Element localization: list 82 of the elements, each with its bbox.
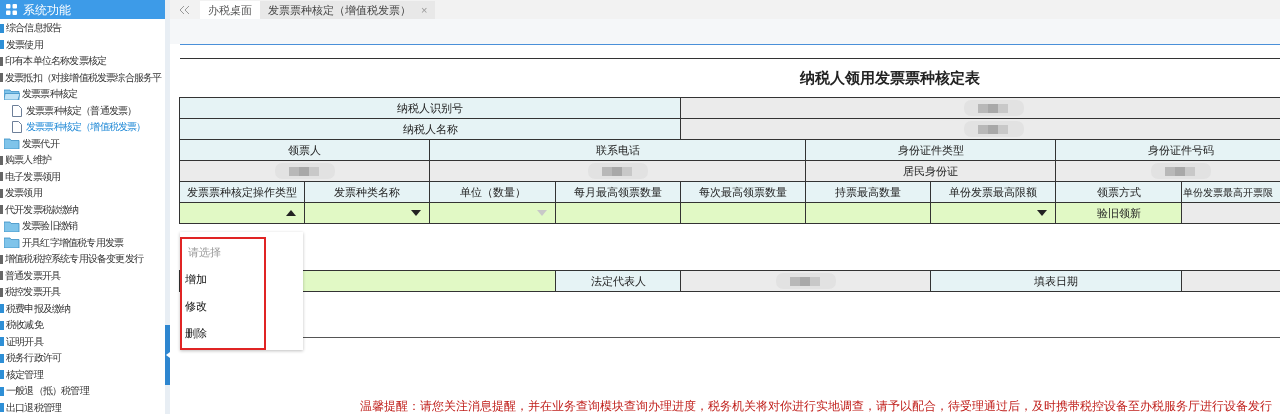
blurred-value [587, 163, 648, 179]
collapse-arrow-icon[interactable] [165, 352, 170, 358]
field-label: 纳税人识别号 [179, 97, 681, 119]
item-marker-icon [0, 287, 3, 297]
folder-icon [4, 220, 20, 232]
column-header: 单份发票最高限额 [930, 181, 1056, 203]
item-marker-icon [0, 205, 3, 215]
sidebar-item[interactable]: 税务行政许可 [0, 350, 165, 367]
document-icon [12, 104, 22, 117]
grid-icon [6, 4, 17, 15]
blurred-value [963, 121, 1024, 137]
sidebar-item[interactable]: 电子发票领用 [0, 168, 165, 185]
dropdown-option[interactable]: 修改 [182, 293, 264, 320]
sidebar-item[interactable]: 开具红字增值税专用发票 [0, 234, 165, 251]
sidebar-item[interactable]: 普通发票开具 [0, 267, 165, 284]
column-header: 每次最高领票数量 [680, 181, 806, 203]
sidebar-item[interactable]: 发票领用 [0, 185, 165, 202]
column-header: 每月最高领票数量 [555, 181, 681, 203]
column-header: 持票最高数量 [805, 181, 931, 203]
sidebar-item[interactable]: 税控发票开具 [0, 284, 165, 301]
field-label: 法定代表人 [555, 270, 681, 292]
sidebar-title: 系统功能 [23, 1, 71, 19]
sidebar-item[interactable]: 发票抵扣（对接增值税发票综合服务平 [0, 69, 165, 86]
column-header: 联系电话 [429, 139, 806, 161]
field-label: 纳税人名称 [179, 118, 681, 140]
column-header: 领票方式 [1055, 181, 1182, 203]
blurred-value [274, 163, 335, 179]
open-folder-icon [4, 88, 20, 100]
folder-icon [4, 138, 20, 150]
sidebar-item[interactable]: 发票代开 [0, 135, 165, 152]
item-marker-icon [0, 73, 3, 83]
sidebar-scrollbar[interactable] [165, 0, 170, 414]
select-field[interactable] [304, 202, 430, 224]
sidebar-item[interactable]: 增值税税控系统专用设备变更发行 [0, 251, 165, 268]
item-marker-icon [0, 172, 3, 182]
sidebar-item[interactable]: 税收减免 [0, 317, 165, 334]
sidebar-item[interactable]: 印有本单位名称发票核定 [0, 53, 165, 70]
document-icon [12, 121, 22, 134]
column-header: 单份发票最高开票限 [1181, 181, 1280, 203]
folder-icon [4, 237, 20, 249]
blurred-value [963, 100, 1024, 116]
item-marker-icon [0, 271, 3, 281]
column-header: 身份证件号码 [1055, 139, 1280, 161]
input-field[interactable] [805, 202, 931, 224]
table-cell: 验旧领新 [1055, 202, 1182, 224]
tab[interactable]: 发票票种核定（增值税发票） × [260, 1, 436, 19]
tab[interactable]: 办税桌面 [200, 1, 260, 19]
item-marker-icon [0, 155, 3, 165]
notice-text: 温馨提醒：请您关注消息提醒，并在业务查询模块查询办理进度，税务机关将对你进行实地调查，请予以配合，待受理通过后，及时携带税控设备至办税服务厅进行设备发行 [360, 399, 1272, 414]
column-header: 单位（数量） [429, 181, 556, 203]
dropdown-option[interactable]: 增加 [182, 266, 264, 293]
input-field[interactable] [680, 202, 806, 224]
dropdown-option[interactable]: 删除 [182, 320, 264, 347]
readonly-field: 居民身份证 [805, 160, 1056, 182]
sidebar-item[interactable]: 发票验旧缴销 [0, 218, 165, 235]
sidebar-item[interactable]: 综合信息报告 [0, 20, 165, 37]
select-field[interactable] [429, 202, 556, 224]
item-marker-icon [0, 254, 3, 264]
sidebar-item[interactable]: 证明开具 [0, 333, 165, 350]
column-header: 领票人 [179, 139, 430, 161]
sidebar-item[interactable]: 出口退税管理 [0, 399, 165, 414]
double-chevron-icon [179, 5, 191, 14]
sidebar-item[interactable]: 一般退（抵）税管理 [0, 383, 165, 400]
sidebar-item[interactable]: 发票票种核定（普通发票） [0, 102, 165, 119]
item-marker-icon [0, 56, 3, 66]
column-header: 发票票种核定操作类型 [179, 181, 305, 203]
sidebar-item[interactable]: 税费申报及缴纳 [0, 300, 165, 317]
column-header: 发票种类名称 [304, 181, 430, 203]
item-marker-icon [0, 188, 3, 198]
select-field[interactable] [930, 202, 1056, 224]
select-field[interactable] [179, 202, 305, 224]
sidebar-item[interactable]: 代开发票税款缴纳 [0, 201, 165, 218]
blurred-value [775, 273, 836, 289]
blurred-value [1151, 163, 1211, 179]
column-header: 身份证件类型 [805, 139, 1056, 161]
field-label: 填表日期 [930, 270, 1182, 292]
sidebar-item[interactable]: 发票票种核定（增值税发票） [0, 119, 165, 136]
sidebar-item[interactable]: 购票人维护 [0, 152, 165, 169]
input-field[interactable] [555, 202, 681, 224]
sidebar-item[interactable]: 发票使用 [0, 36, 165, 53]
sidebar-item[interactable]: 发票票种核定 [0, 86, 165, 103]
sidebar-item[interactable]: 核定管理 [0, 366, 165, 383]
